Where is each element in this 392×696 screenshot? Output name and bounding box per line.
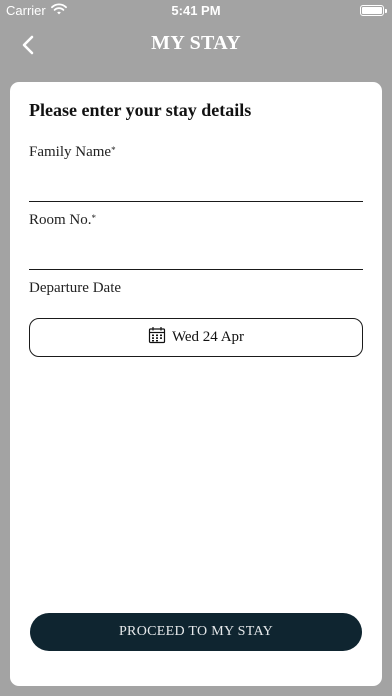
battery-icon — [360, 5, 387, 16]
room-no-label-text: Room No. — [29, 212, 92, 228]
departure-date-value: Wed 24 Apr — [171, 329, 245, 345]
proceed-button[interactable]: PROCEED TO MY STAY — [30, 613, 362, 651]
stay-details-card: Please enter your stay details Family Na… — [10, 82, 382, 686]
battery-level — [362, 7, 382, 14]
status-bar: Carrier 5:41 PM — [0, 0, 392, 22]
departure-date-label: Departure Date — [29, 280, 122, 296]
family-name-label: Family Name* — [29, 144, 116, 161]
calendar-icon — [148, 326, 166, 349]
nav-header: MY STAY — [0, 22, 392, 72]
room-no-label: Room No.* — [29, 212, 96, 229]
family-name-label-text: Family Name — [29, 144, 112, 160]
required-mark: * — [111, 145, 116, 155]
departure-date-button[interactable]: Wed 24 Apr — [29, 318, 363, 357]
status-time: 5:41 PM — [171, 3, 221, 18]
form-heading: Please enter your stay details — [29, 100, 252, 120]
page-title: MY STAY — [151, 32, 241, 54]
family-name-input[interactable] — [29, 174, 363, 202]
required-mark: * — [91, 213, 97, 223]
room-no-input[interactable] — [29, 242, 363, 270]
